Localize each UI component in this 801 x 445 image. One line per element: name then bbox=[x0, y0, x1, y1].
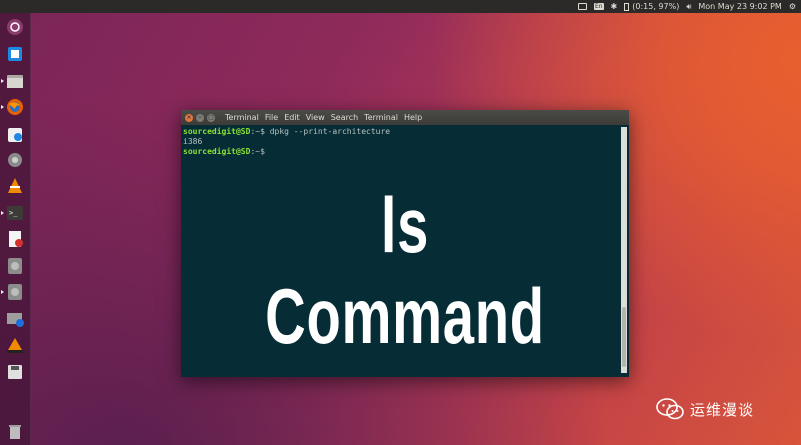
prompt-user: sourcedigit@SD bbox=[183, 147, 251, 156]
vlc-icon[interactable] bbox=[5, 176, 25, 196]
watermark: 运维漫谈 bbox=[656, 398, 754, 420]
maximize-icon[interactable]: □ bbox=[207, 113, 215, 122]
menu-edit[interactable]: Edit bbox=[284, 113, 300, 122]
scroll-thumb[interactable] bbox=[622, 307, 626, 367]
prompt-path: :~$ bbox=[250, 147, 265, 156]
top-panel: En ✱ (0:15, 97%) 🔊︎ Mon May 23 9:02 PM ⚙ bbox=[0, 0, 801, 13]
menu-view[interactable]: View bbox=[306, 113, 325, 122]
launcher: >_ bbox=[0, 13, 31, 445]
prompt-path: :~$ bbox=[250, 127, 265, 136]
battery-icon[interactable]: (0:15, 97%) bbox=[624, 0, 679, 13]
firefox-icon[interactable] bbox=[1, 97, 25, 117]
screenshot-icon[interactable] bbox=[5, 309, 25, 329]
battery-status: (0:15, 97%) bbox=[632, 2, 680, 11]
command-text: dpkg --print-architecture bbox=[264, 127, 391, 136]
menu-file[interactable]: File bbox=[265, 113, 278, 122]
watermark-text: 运维漫谈 bbox=[690, 400, 755, 419]
terminal-scrollbar[interactable] bbox=[621, 127, 627, 373]
svg-text:>_: >_ bbox=[9, 209, 18, 217]
menu-help[interactable]: Help bbox=[404, 113, 422, 122]
command-output: i386 bbox=[183, 137, 203, 146]
ubuntu-dash-icon[interactable] bbox=[5, 17, 25, 37]
keyboard-icon[interactable]: En bbox=[593, 0, 604, 13]
close-icon[interactable]: × bbox=[185, 113, 193, 122]
terminal-line: i386 bbox=[183, 137, 619, 147]
overlay-title: ls Command bbox=[265, 181, 545, 360]
vlc2-icon[interactable] bbox=[5, 335, 25, 355]
text-editor-icon[interactable] bbox=[5, 229, 25, 249]
menu-terminal[interactable]: Terminal bbox=[364, 113, 398, 122]
terminal-window[interactable]: × – □ Terminal File Edit View Search Ter… bbox=[181, 110, 629, 377]
settings-icon[interactable] bbox=[5, 150, 25, 170]
menu-search[interactable]: Search bbox=[331, 113, 358, 122]
files-icon[interactable] bbox=[5, 44, 25, 64]
folder-icon[interactable] bbox=[1, 71, 25, 91]
save-icon[interactable] bbox=[5, 362, 25, 382]
window-title: Terminal bbox=[225, 113, 259, 122]
trash-icon[interactable] bbox=[5, 421, 25, 441]
disk-icon[interactable] bbox=[5, 256, 25, 276]
terminal-line: sourcedigit@SD:~$ dpkg --print-architect… bbox=[183, 127, 619, 137]
prompt-user: sourcedigit@SD bbox=[183, 127, 251, 136]
gear-icon[interactable]: ⚙ bbox=[789, 0, 796, 13]
wechat-icon bbox=[656, 398, 684, 420]
minimize-icon[interactable]: – bbox=[196, 113, 204, 122]
clock[interactable]: Mon May 23 9:02 PM bbox=[698, 0, 781, 13]
screen-icon[interactable] bbox=[577, 0, 587, 13]
software-center-icon[interactable] bbox=[5, 124, 25, 144]
terminal-icon[interactable]: >_ bbox=[1, 203, 25, 223]
keyboard-layout-label: En bbox=[593, 3, 604, 10]
terminal-line: sourcedigit@SD:~$ bbox=[183, 147, 619, 157]
terminal-titlebar[interactable]: × – □ Terminal File Edit View Search Ter… bbox=[181, 110, 629, 125]
volume-icon[interactable]: 🔊︎ bbox=[686, 0, 691, 13]
disk2-icon[interactable] bbox=[1, 282, 25, 302]
datetime-label: Mon May 23 9:02 PM bbox=[698, 2, 782, 11]
bluetooth-icon[interactable]: ✱ bbox=[611, 0, 618, 13]
